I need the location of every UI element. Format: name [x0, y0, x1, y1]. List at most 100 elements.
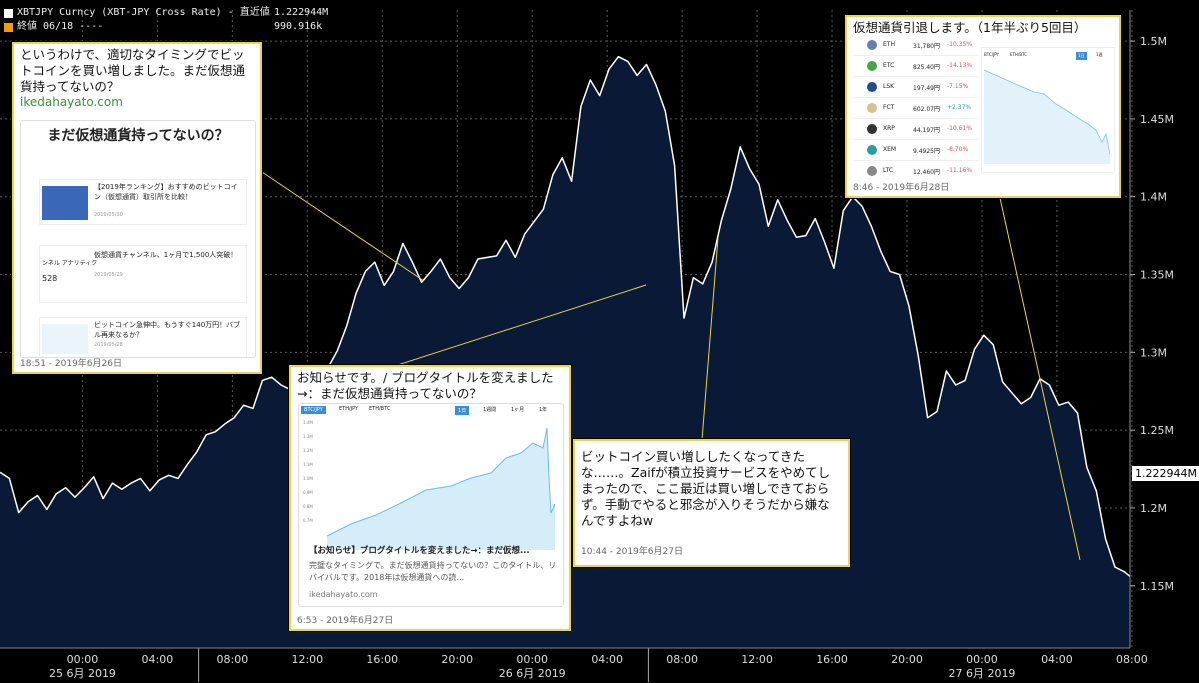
- annotation-4-text: 仮想通貨引退します。（1年半ぶり5回目）: [853, 20, 1087, 35]
- annotation-card-2[interactable]: お知らせです。/ ブログタイトルを変えました→：まだ仮想通貨持ってないの？ BT…: [289, 365, 571, 631]
- annotation-3-timestamp: 10:44 - 2019年6月27日: [581, 547, 683, 557]
- annotation-1-text: というわけで、適切なタイミングでビットコインを買い増しました。まだ仮想通貨持って…: [20, 47, 246, 94]
- coin-price: 825.40円: [913, 64, 940, 71]
- x-tick-label: 16:00: [366, 653, 398, 666]
- annotation-1-item-2-date: 2019/05/29: [94, 272, 123, 278]
- annotation-1-item-2-number: 528: [42, 274, 58, 283]
- annotation-4-mini-area: [984, 70, 1110, 164]
- y-tick-label: 1.2M: [1140, 502, 1167, 515]
- annotation-1-item-2-channel: ンネル アナリティク: [42, 260, 98, 267]
- annotation-2-card-title: 【お知らせ】ブログタイトルを変えました→：まだ仮想...: [309, 546, 530, 556]
- y-tick-label: 1.35M: [1140, 269, 1174, 282]
- annotation-2-thumb-ytick: 0.8M: [303, 504, 313, 509]
- annotation-card-4[interactable]: 仮想通貨引退します。（1年半ぶり5回目） ETH 31,780円 -10.35% ET…: [845, 15, 1121, 198]
- coin-row-eth: ETH 31,780円 -10.35%: [853, 39, 978, 56]
- annotation-card-3[interactable]: ビットコイン買い増ししたくなってきたな……。Zaifが積立投資サービスをやめてし…: [573, 439, 850, 567]
- y-tick-label: 1.45M: [1140, 113, 1174, 126]
- x-tick-label: 04:00: [591, 653, 623, 666]
- annotation-1-item-1-title: 【2019年ランキング】おすすめのビットコイン（仮想通貨）取引所を比較！: [94, 183, 238, 201]
- x-tick-label: 00:00: [966, 653, 998, 666]
- annotation-4-timestamp: 8:46 - 2019年6月28日: [853, 183, 950, 193]
- annotation-3-text: ビットコイン買い増ししたくなってきたな……。Zaifが積立投資サービスをやめてし…: [581, 449, 831, 528]
- annotation-2-thumbnail: BTC/JPY ETH/JPY ETH/BTC 1日 1週間 1ヶ月 1年 1.…: [298, 403, 564, 607]
- annotation-4-mini-chart: BTC/JPY ETH/BTC 1日 1週: [981, 47, 1115, 173]
- annotation-2-tab-right-4: 1年: [539, 407, 548, 413]
- annotation-4-mini-tab-1: BTC/JPY: [984, 52, 1000, 57]
- annotation-2-tab-right-3: 1ヶ月: [511, 407, 525, 413]
- annotation-2-thumb-ytick: 1.1M: [303, 462, 313, 467]
- lsk-coin-icon: [867, 82, 877, 92]
- annotation-1-thumb-title: まだ仮想通貨持ってないの？: [47, 128, 229, 144]
- date-label: 27 6月 2019: [948, 667, 1015, 680]
- annotation-1-thumbnail: まだ仮想通貨持ってないの？ 【2019年ランキング】おすすめのビットコイン（仮想…: [20, 120, 256, 358]
- ltc-coin-icon: [867, 166, 877, 176]
- annotation-2-tab-2: ETH/JPY: [339, 406, 359, 412]
- annotation-1-item-2-title: 仮想通貨チャンネル、1ヶ月で1,500人突破！: [94, 251, 238, 259]
- coin-change: -14.13%: [947, 62, 973, 69]
- coin-price: 44.197円: [913, 127, 940, 134]
- x-tick-label: 16:00: [816, 653, 848, 666]
- annotation-2-tab-right-1: 1日: [455, 406, 470, 415]
- annotation-card-1[interactable]: というわけで、適切なタイミングでビットコインを買い増しました。まだ仮想通貨持って…: [12, 42, 262, 374]
- annotation-2-timestamp: 6:53 - 2019年6月27日: [297, 616, 394, 626]
- coin-symbol: ETC: [883, 62, 895, 69]
- annotation-4-mini-range-1: 1日: [1076, 52, 1087, 60]
- annotation-2-text: お知らせです。/ ブログタイトルを変えました→：まだ仮想通貨持ってないの？: [297, 370, 554, 401]
- date-label: 26 6月 2019: [499, 667, 566, 680]
- y-tick-label: 1.4M: [1140, 191, 1167, 204]
- coin-symbol: LTC: [883, 167, 894, 174]
- x-tick-label: 12:00: [741, 653, 773, 666]
- chart-legend: XBTJPY Curncy (XBT-JPY Cross Rate) - 直近値…: [4, 6, 328, 34]
- annotation-2-thumb-yaxis: 1.4M 1.3M 1.2M 1.1M 1.0M 0.9M 0.8M 0.7M: [303, 420, 323, 526]
- xrp-coin-icon: [867, 124, 877, 134]
- legend-row-series: XBTJPY Curncy (XBT-JPY Cross Rate) - 直近値…: [4, 6, 328, 20]
- eth-coin-icon: [867, 40, 877, 50]
- annotation-1-timestamp: 18:51 - 2019年6月26日: [20, 359, 122, 369]
- last-price-tag: 1.222944M: [1132, 466, 1199, 481]
- xem-coin-icon: [867, 145, 877, 155]
- coin-symbol: XRP: [883, 125, 895, 132]
- annotation-2-thumb-ytick: 1.4M: [303, 420, 313, 425]
- annotation-4-coin-list: ETH 31,780円 -10.35% ETC 825.40円 -14.13% LSK 197…: [853, 39, 978, 177]
- annotation-1-item-1-date: 2019/05/30: [94, 212, 123, 218]
- annotation-2-tabs: BTC/JPY ETH/JPY ETH/BTC 1日 1週間 1ヶ月 1年: [299, 406, 563, 416]
- x-tick-label: 04:00: [1041, 653, 1073, 666]
- x-tick-label: 08:00: [666, 653, 698, 666]
- annotation-2-thumb-ytick: 1.2M: [303, 448, 313, 453]
- annotation-2-thumb-ytick: 0.9M: [303, 490, 313, 495]
- annotation-2-tab-3: ETH/BTC: [369, 406, 391, 412]
- coin-change: +2.37%: [947, 104, 972, 111]
- coin-symbol: LSK: [883, 83, 895, 90]
- coin-symbol: ETH: [883, 41, 895, 48]
- annotation-1-item-3-date: 2019/05/28: [94, 342, 123, 348]
- legend-ref-label: 終値 06/18 ----: [17, 21, 104, 32]
- coin-row-fct: FCT 602.07円 +2.37%: [853, 98, 978, 119]
- coin-symbol: FCT: [883, 104, 895, 111]
- annotation-4-thumbnail: ETH 31,780円 -10.35% ETC 825.40円 -14.13% LSK 197…: [853, 39, 1115, 177]
- coin-price: 12,460円: [913, 169, 940, 176]
- date-label: 25 6月 2019: [49, 667, 116, 680]
- y-tick-label: 1.25M: [1140, 424, 1174, 437]
- annotation-2-card-desc: 完璧なタイミングで。まだ仮想通貨持ってないの？このタイトル、リバイバルです。20…: [309, 561, 557, 582]
- x-tick-label: 00:00: [516, 653, 548, 666]
- annotation-2-card-link[interactable]: ikedahayato.com: [309, 590, 378, 599]
- coin-price: 9.4925円: [913, 148, 940, 155]
- legend-ref-value: 990.916k: [274, 21, 323, 32]
- annotation-2-thumb-ytick: 0.7M: [303, 518, 313, 523]
- annotation-1-item-1: 【2019年ランキング】おすすめのビットコイン（仮想通貨）取引所を比較！ 201…: [39, 179, 247, 225]
- coin-symbol: XEM: [883, 146, 897, 153]
- etc-coin-icon: [867, 61, 877, 71]
- coin-price: 602.07円: [913, 106, 940, 113]
- legend-series-label: XBTJPY Curncy (XBT-JPY Cross Rate) - 直近値: [17, 7, 270, 18]
- legend-swatch-series: [4, 8, 13, 18]
- legend-row-ref: 終値 06/18 ---- 990.916k: [4, 20, 322, 34]
- coin-row-xrp: XRP 44.197円 -10.61%: [853, 119, 978, 140]
- annotation-2-thumb-chart: [326, 427, 556, 550]
- coin-row-ltc: LTC 12,460円 -11.16%: [853, 161, 978, 177]
- x-tick-label: 00:00: [67, 653, 99, 666]
- annotation-1-link[interactable]: ikedahayato.com: [14, 95, 260, 109]
- annotation-4-mini-tabs: BTC/JPY ETH/BTC 1日 1週: [984, 52, 1112, 62]
- x-tick-label: 12:00: [291, 653, 323, 666]
- coin-row-xem: XEM 9.4925円 -8.70%: [853, 140, 978, 161]
- coin-change: -7.15%: [947, 83, 969, 90]
